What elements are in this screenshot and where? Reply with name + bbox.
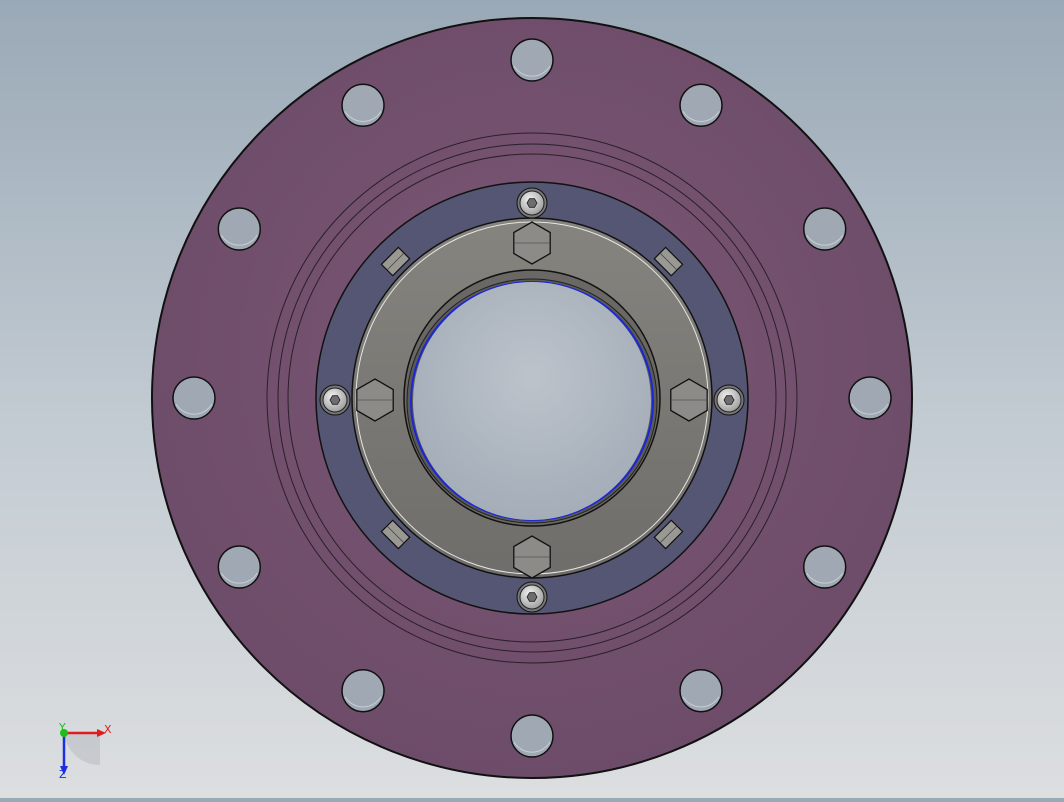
socket-screw-hex-recess bbox=[526, 592, 538, 602]
flange-bolt-hole[interactable] bbox=[341, 83, 385, 128]
flange-bolt-hole[interactable] bbox=[802, 207, 847, 251]
shaft-bore bbox=[410, 281, 654, 521]
flange-bolt-hole[interactable] bbox=[217, 545, 262, 589]
flange-bolt-hole[interactable] bbox=[510, 38, 554, 82]
reference-triad[interactable]: X Y Z bbox=[58, 721, 112, 781]
flange-bolt-hole[interactable] bbox=[510, 714, 554, 758]
flange-bolt-hole[interactable] bbox=[848, 376, 892, 420]
z-axis-label: Z bbox=[59, 768, 67, 781]
x-axis-label: X bbox=[104, 723, 112, 736]
socket-screw-hex-recess bbox=[526, 198, 538, 208]
triad-plane-shade bbox=[64, 733, 100, 766]
y-axis-label: Y bbox=[58, 721, 66, 734]
socket-screw-hex-recess bbox=[723, 395, 735, 405]
socket-screw-hex-recess bbox=[329, 395, 341, 405]
flange-bolt-hole[interactable] bbox=[802, 545, 847, 589]
flange-bolt-hole[interactable] bbox=[217, 207, 262, 251]
flange-bolt-hole[interactable] bbox=[172, 376, 216, 420]
flange-bolt-hole[interactable] bbox=[679, 83, 723, 128]
flange-bolt-hole[interactable] bbox=[341, 668, 385, 713]
graphics-viewport[interactable]: X Y Z bbox=[0, 0, 1064, 798]
model-view[interactable]: X Y Z bbox=[0, 0, 1064, 798]
flange-bolt-hole[interactable] bbox=[679, 668, 723, 713]
